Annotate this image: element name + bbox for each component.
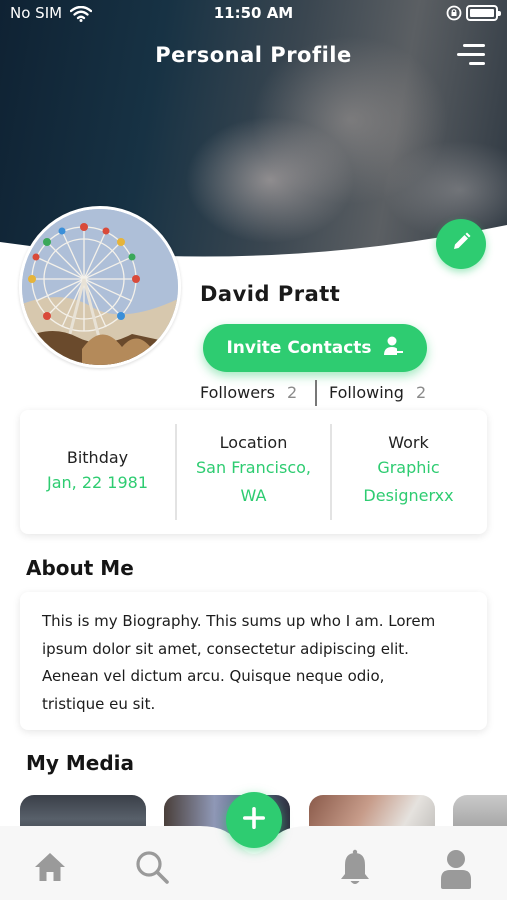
work-column: Work Graphic Designerxx bbox=[331, 410, 486, 534]
invite-contacts-label: Invite Contacts bbox=[226, 338, 372, 358]
biography-line: Aenean vel dictum arcu. Quisque neque od… bbox=[42, 667, 385, 685]
battery-icon bbox=[466, 5, 501, 21]
add-button[interactable] bbox=[226, 792, 282, 848]
biography-line: tristique eu sit. bbox=[42, 694, 156, 713]
user-icon[interactable] bbox=[438, 849, 474, 893]
following-count: 2 bbox=[415, 383, 427, 402]
location-value-line2: WA bbox=[240, 486, 267, 505]
pencil-icon bbox=[450, 231, 472, 257]
work-value-line2: Designerxx bbox=[363, 486, 454, 505]
clock: 11:50 AM bbox=[213, 4, 294, 22]
biography-line: ipsum dolor sit amet, consectetur adipis… bbox=[42, 639, 409, 658]
info-card: Bithday Jan, 22 1981 Location San Franci… bbox=[20, 410, 487, 534]
work-label: Work bbox=[388, 433, 429, 452]
biography-text: This is my Biography. This sums up who I… bbox=[42, 608, 472, 718]
work-value-line1: Graphic bbox=[377, 458, 440, 477]
page-title: Personal Profile bbox=[155, 43, 352, 67]
media-title: My Media bbox=[26, 751, 135, 775]
birthday-column: Bithday Jan, 22 1981 bbox=[20, 410, 175, 534]
about-title: About Me bbox=[26, 556, 134, 580]
orientation-lock-icon bbox=[446, 5, 462, 25]
status-bar: No SIM 11:50 AM bbox=[0, 0, 507, 28]
followers-link[interactable]: Followers 2 bbox=[200, 383, 297, 402]
profile-name: David Pratt bbox=[200, 282, 341, 306]
following-label: Following bbox=[329, 383, 404, 402]
bell-icon[interactable] bbox=[337, 849, 373, 891]
search-icon[interactable] bbox=[134, 849, 170, 889]
biography-line: This is my Biography. This sums up who I… bbox=[42, 612, 436, 630]
home-icon[interactable] bbox=[33, 850, 67, 888]
edit-profile-button[interactable] bbox=[436, 219, 486, 269]
invite-contacts-button[interactable]: Invite Contacts bbox=[203, 324, 427, 372]
menu-icon[interactable] bbox=[457, 42, 485, 68]
location-value-line1: San Francisco, bbox=[196, 458, 311, 477]
followers-label: Followers bbox=[200, 383, 275, 402]
birthday-value: Jan, 22 1981 bbox=[47, 473, 148, 492]
location-label: Location bbox=[219, 433, 288, 452]
about-card: This is my Biography. This sums up who I… bbox=[20, 592, 487, 730]
plus-icon bbox=[240, 804, 268, 836]
ferris-wheel-image bbox=[22, 209, 178, 365]
divider bbox=[315, 380, 317, 406]
followers-count: 2 bbox=[286, 383, 298, 402]
following-link[interactable]: Following 2 bbox=[329, 383, 426, 402]
avatar bbox=[19, 206, 181, 368]
location-column: Location San Francisco, WA bbox=[176, 410, 331, 534]
user-add-icon bbox=[382, 335, 404, 362]
birthday-label: Bithday bbox=[66, 448, 129, 467]
